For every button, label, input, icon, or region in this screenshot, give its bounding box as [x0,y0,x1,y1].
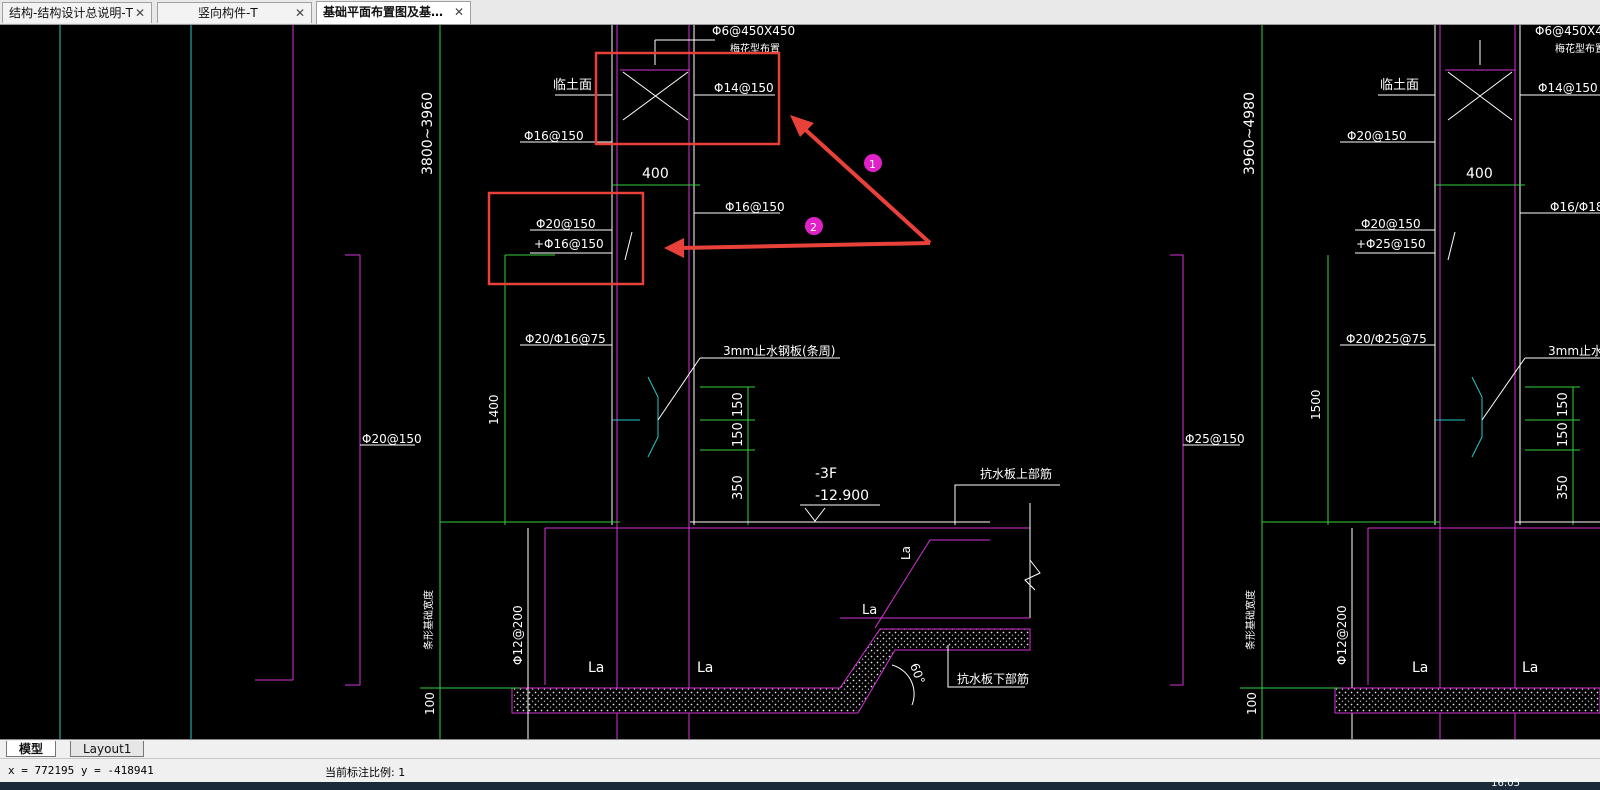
status-bar: x = 772195 y = -418941 当前标注比例: 1 [0,758,1600,783]
la-left-2: La [697,660,713,676]
side-rebar-label: Φ25@150 [1185,432,1245,446]
annotation-box-1 [594,51,781,146]
angle-label: 60° [907,661,927,686]
box-rebar-label: Φ14@150 [1538,81,1598,95]
cad-drawing: 3800~3960 1400 Φ6@450X450 梅花型布置 临土面 Φ14@… [59,25,1600,739]
strip-width-label: 条形基础宽度 [422,590,435,650]
dim-150-a: 150 [1556,392,1571,417]
mixed-rebar-label: Φ20/Φ16@75 [525,332,606,346]
upper-rebar-label: Φ20@150 [536,217,596,231]
marker-2-label: 2 [810,221,817,234]
drawing-canvas[interactable]: 3800~3960 1400 Φ6@450X450 梅花型布置 临土面 Φ14@… [0,25,1600,739]
dim-150-a: 150 [731,392,746,417]
stirrup-label: Φ12@200 [511,605,525,665]
slab-bottom-label: 抗水板下部筋 [957,671,1029,686]
document-tab-bar: 结构-结构设计总说明-T ✕ 竖向构件-T ✕ 基础平面布置图及基… ✕ [0,0,1600,25]
mixed-rebar-label: Φ20/Φ25@75 [1346,332,1427,346]
tab-label: 基础平面布置图及基… [323,5,444,19]
floor-elevation: -12.900 [815,488,869,504]
waterstop-label: 3mm止水钢 [1548,344,1600,358]
top-rebar-note: 梅花型布置 [1555,42,1600,55]
la-right-2: La [1522,660,1538,676]
right-wall-detail: 3960~4980 1500 Φ6@450X4 梅花型布置 临土面 Φ14@15… [1170,25,1600,739]
lower-rebar-label: +Φ25@150 [1356,237,1426,251]
elevation-range: 3960~4980 [1242,92,1258,175]
side-rebar-label: Φ20@150 [362,432,422,446]
la-left-1: La [588,660,604,676]
layout-tab-bar: 模型 Layout1 [0,739,1600,758]
top-rebar-label: Φ6@450X450 [712,25,795,38]
wall-rebar-label: Φ20@150 [1347,129,1407,143]
height-dim: 1400 [487,394,501,425]
wall-rebar-label: Φ16@150 [524,129,584,143]
tab-vertical-members[interactable]: 竖向构件-T ✕ [157,2,312,23]
arrow-2 [679,241,931,250]
dim-350: 350 [731,475,746,500]
tab-structure-notes[interactable]: 结构-结构设计总说明-T ✕ [2,2,152,23]
height-dim: 1500 [1309,389,1323,420]
floor-level: -3F [815,466,837,482]
soil-face-label: 临土面 [1380,78,1419,93]
right-rebar-label: Φ16/Φ18 [1550,200,1600,214]
slab-top-label: 抗水板上部筋 [980,466,1052,481]
clock: 16:05 [1491,778,1520,789]
lower-rebar-label: +Φ16@150 [534,237,604,251]
box-rebar-label: Φ14@150 [714,81,774,95]
width-dim: 400 [642,166,669,182]
top-rebar-label: Φ6@450X4 [1535,25,1600,38]
close-icon[interactable]: ✕ [135,3,145,23]
tab-foundation-plan[interactable]: 基础平面布置图及基… ✕ [316,1,471,24]
left-wall-detail: 3800~3960 1400 Φ6@450X450 梅花型布置 临土面 Φ14@… [345,25,1060,739]
elevation-range: 3800~3960 [420,92,436,175]
dim-150-b: 150 [1556,422,1571,447]
taskbar-strip: 16:05 [0,778,1600,790]
tab-layout1[interactable]: Layout1 [70,741,145,757]
soil-face-label: 临土面 [553,78,592,93]
la-slope: La [899,546,913,560]
cursor-coordinates: x = 772195 y = -418941 [8,764,154,777]
dim-100: 100 [423,692,437,715]
la-right-1: La [1412,660,1428,676]
la-mid: La [862,603,877,618]
close-icon[interactable]: ✕ [295,3,305,23]
waterstop-label: 3mm止水钢板(条周) [723,344,835,358]
width-dim: 400 [1466,166,1493,182]
annotation-scale[interactable]: 当前标注比例: 1 [325,764,405,780]
right-rebar-label: Φ16@150 [725,200,785,214]
tab-label: 结构-结构设计总说明-T [9,6,133,20]
tab-model[interactable]: 模型 [6,741,57,757]
upper-rebar-label: Φ20@150 [1361,217,1421,231]
dim-100: 100 [1245,692,1259,715]
dim-150-b: 150 [731,422,746,447]
stirrup-label: Φ12@200 [1335,605,1349,665]
tab-label: 竖向构件-T [198,6,258,20]
strip-width-label: 条形基础宽度 [1244,590,1257,650]
marker-1-label: 1 [869,158,876,171]
dim-350: 350 [1556,475,1571,500]
close-icon[interactable]: ✕ [454,2,464,23]
